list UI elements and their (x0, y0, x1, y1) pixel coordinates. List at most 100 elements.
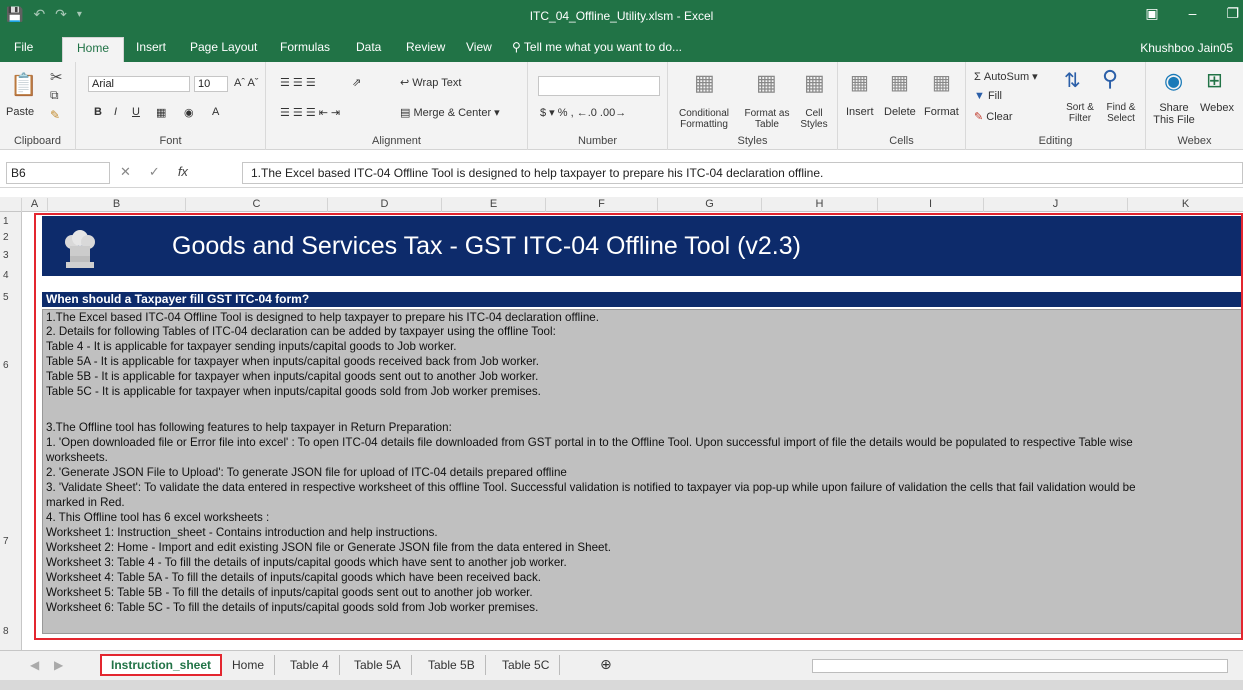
cancel-icon[interactable]: ✕ (120, 164, 131, 180)
ribbon-display-icon[interactable]: ▣ (1145, 5, 1158, 22)
share-this-file-button[interactable]: Share This File (1150, 102, 1198, 126)
row-header-4[interactable]: 4 (0, 270, 22, 281)
tab-data[interactable]: Data (356, 40, 381, 54)
format-button[interactable]: Format (924, 106, 959, 118)
font-name-select[interactable]: Arial (88, 76, 190, 92)
column-header-a[interactable]: A (22, 198, 48, 212)
grow-font-icon[interactable]: Aˆ Aˇ (234, 77, 258, 89)
autosum-button[interactable]: Σ AutoSum ▾ (974, 70, 1038, 83)
row-header-1[interactable]: 1 (0, 216, 22, 227)
fill-color-icon[interactable]: ◉ (184, 106, 194, 119)
restore-icon[interactable]: ❐ (1226, 5, 1239, 22)
copy-icon[interactable]: ⧉ (50, 88, 59, 103)
row-header-7[interactable]: 7 (0, 536, 22, 547)
sort-filter-button[interactable]: Sort & Filter (1060, 102, 1100, 124)
borders-icon[interactable]: ▦ (156, 106, 166, 119)
row-header-6[interactable]: 6 (0, 360, 22, 371)
find-select-button[interactable]: Find & Select (1100, 102, 1142, 124)
column-header-b[interactable]: B (48, 198, 186, 212)
sheet-tab-table-5a[interactable]: Table 5A (344, 655, 412, 675)
cell-styles-icon[interactable]: ▦ (804, 70, 825, 96)
paste-icon[interactable]: 📋 (10, 72, 37, 98)
next-sheet-icon[interactable]: ▶ (44, 655, 73, 675)
column-header-d[interactable]: D (328, 198, 442, 212)
orientation-icon[interactable]: ⇗ (352, 76, 361, 89)
find-icon[interactable]: ⚲ (1102, 66, 1118, 92)
row-header-2[interactable]: 2 (0, 232, 22, 243)
insert-button[interactable]: Insert (846, 106, 874, 118)
column-header-c[interactable]: C (186, 198, 328, 212)
sort-filter-icon[interactable]: ⇅ (1064, 68, 1081, 93)
conditional-formatting-icon[interactable]: ▦ (694, 70, 715, 96)
clear-label: Clear (986, 111, 1013, 123)
instructions-cell[interactable]: 1.The Excel based ITC-04 Offline Tool is… (42, 309, 1243, 634)
fill-button[interactable]: ▼ Fill (974, 90, 1002, 102)
merge-center-button[interactable]: ▤ Merge & Center ▾ (400, 106, 500, 119)
user-name[interactable]: Khushboo Jain05 (1140, 41, 1233, 55)
tab-page-layout[interactable]: Page Layout (190, 40, 257, 54)
format-cells-icon[interactable]: ▦ (932, 70, 951, 95)
row-header-8[interactable]: 8 (0, 626, 22, 637)
clear-button[interactable]: ✎ Clear (974, 110, 1013, 123)
conditional-formatting-button[interactable]: Conditional Formatting (672, 108, 736, 130)
column-header-h[interactable]: H (762, 198, 878, 212)
sheet-tab-home[interactable]: Home (222, 655, 276, 675)
cut-icon[interactable]: ✂ (50, 68, 63, 86)
row-header-3[interactable]: 3 (0, 250, 22, 261)
instruction-line: 2. Details for following Tables of ITC-0… (46, 325, 556, 338)
tab-home[interactable]: Home (62, 37, 125, 62)
format-table-button[interactable]: Format as Table (740, 108, 794, 130)
instruction-line: 3. 'Validate Sheet': To validate the dat… (46, 481, 1136, 494)
name-box[interactable]: B6 (6, 162, 110, 184)
column-header-f[interactable]: F (546, 198, 658, 212)
bold-icon[interactable]: B (94, 106, 102, 118)
number-group: $ ▾ % , ←.0 .00→ Number (528, 62, 668, 150)
cell-styles-button[interactable]: Cell Styles (796, 108, 832, 130)
accounting-format-icon[interactable]: $ ▾ % , ←.0 .00→ (540, 106, 626, 119)
horizontal-scrollbar[interactable] (812, 659, 1228, 673)
tab-view[interactable]: View (466, 40, 492, 54)
italic-icon[interactable]: I (114, 106, 117, 118)
font-color-icon[interactable]: A (212, 106, 219, 118)
sheet-tab-table-5c[interactable]: Table 5C (492, 655, 561, 675)
paste-button[interactable]: Paste (6, 106, 34, 118)
minimize-icon[interactable]: – (1189, 5, 1197, 22)
column-header-e[interactable]: E (442, 198, 546, 212)
delete-button[interactable]: Delete (884, 106, 916, 118)
format-table-icon[interactable]: ▦ (756, 70, 777, 96)
sheet-tab-table-5b[interactable]: Table 5B (418, 655, 486, 675)
share-icon[interactable]: ◉ (1164, 68, 1183, 94)
tell-me-box[interactable]: ⚲ Tell me what you want to do... (512, 40, 682, 54)
webex-icon[interactable]: ⊞ (1206, 68, 1223, 93)
column-header-g[interactable]: G (658, 198, 762, 212)
number-format-select[interactable] (538, 76, 660, 96)
row-header-5[interactable]: 5 (0, 292, 22, 303)
instruction-line: Table 5B - It is applicable for taxpayer… (46, 370, 539, 383)
add-sheet-icon[interactable]: ⊕ (590, 655, 622, 676)
align-left-icon[interactable]: ☰ ☰ ☰ ⇤ ⇥ (280, 106, 340, 119)
insert-function-icon[interactable]: fx (178, 164, 188, 180)
font-size-select[interactable]: 10 (194, 76, 228, 92)
instruction-line: Table 5A - It is applicable for taxpayer… (46, 355, 539, 368)
formula-input[interactable]: 1.The Excel based ITC-04 Offline Tool is… (242, 162, 1243, 184)
format-painter-icon[interactable]: ✎ (50, 108, 60, 122)
worksheet-grid[interactable]: Goods and Services Tax - GST ITC-04 Offl… (22, 212, 1243, 650)
enter-icon[interactable]: ✓ (149, 164, 160, 180)
sheet-tab-table-4[interactable]: Table 4 (280, 655, 340, 675)
top-align-icon[interactable]: ☰ ☰ ☰ (280, 76, 316, 89)
wrap-text-button[interactable]: ↩ Wrap Text (400, 76, 461, 89)
tab-insert[interactable]: Insert (136, 40, 166, 54)
tab-file[interactable]: File (14, 40, 33, 54)
delete-cells-icon[interactable]: ▦ (890, 70, 909, 95)
insert-cells-icon[interactable]: ▦ (850, 70, 869, 95)
underline-icon[interactable]: U (132, 106, 140, 118)
column-header-j[interactable]: J (984, 198, 1128, 212)
webex-button[interactable]: Webex (1200, 102, 1234, 114)
sheet-tab-instruction[interactable]: Instruction_sheet (100, 654, 223, 676)
select-all-corner[interactable] (0, 198, 22, 212)
column-header-k[interactable]: K (1128, 198, 1243, 212)
tab-formulas[interactable]: Formulas (280, 40, 330, 54)
column-header-i[interactable]: I (878, 198, 984, 212)
instruction-line: marked in Red. (46, 496, 125, 509)
tab-review[interactable]: Review (406, 40, 445, 54)
